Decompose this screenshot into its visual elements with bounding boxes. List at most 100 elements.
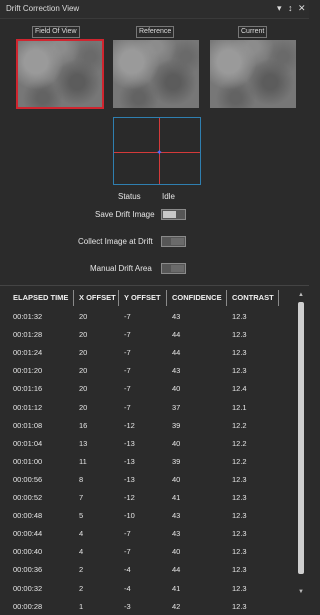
table-cell: -13 (124, 457, 135, 466)
table-row[interactable]: 00:01:32 20 -7 43 12.3 (8, 307, 294, 325)
table-row[interactable]: 00:01:04 13 -13 40 12.2 (8, 434, 294, 452)
table-cell: 13 (79, 439, 88, 448)
table-row[interactable]: 00:01:28 20 -7 44 12.3 (8, 325, 294, 343)
table-cell: 00:01:32 (13, 312, 43, 321)
reference-label: Reference (136, 26, 175, 38)
table-row[interactable]: 00:00:48 5 -10 43 12.3 (8, 506, 294, 524)
scroll-thumb[interactable] (298, 302, 304, 574)
table-cell: 12.3 (232, 602, 247, 611)
current-image[interactable] (210, 40, 296, 108)
table-cell: 43 (172, 366, 181, 375)
table-cell: 40 (172, 439, 181, 448)
table-cell: 00:01:04 (13, 439, 43, 448)
table-row[interactable]: 00:01:08 16 -12 39 12.2 (8, 416, 294, 434)
table-cell: 12.3 (232, 312, 247, 321)
table-cell: 12.3 (232, 493, 247, 502)
column-header-x-offset[interactable]: X OFFSET (74, 290, 119, 306)
save-drift-image-toggle[interactable] (161, 209, 186, 220)
table-cell: 12.3 (232, 475, 247, 484)
table-cell: -7 (124, 312, 131, 321)
table-cell: 12.1 (232, 403, 247, 412)
table-cell: 00:00:40 (13, 547, 43, 556)
table-cell: -12 (124, 493, 135, 502)
toggle-knob (171, 265, 184, 272)
table-cell: 00:01:20 (13, 366, 43, 375)
table-cell: 40 (172, 384, 181, 393)
table-cell: 20 (79, 403, 88, 412)
table-cell: 39 (172, 457, 181, 466)
table-cell: 16 (79, 421, 88, 430)
table-scrollbar[interactable]: ▲ ▼ (297, 291, 305, 596)
table-cell: 44 (172, 565, 181, 574)
table-cell: 20 (79, 366, 88, 375)
table-cell: 00:00:36 (13, 565, 43, 574)
table-cell: -13 (124, 439, 135, 448)
save-drift-image-label: Save Drift Image (95, 210, 155, 219)
table-row[interactable]: 00:00:44 4 -7 43 12.3 (8, 524, 294, 542)
table-cell: -12 (124, 421, 135, 430)
table-cell: 00:01:00 (13, 457, 43, 466)
field-of-view-label: Field Of View (32, 26, 80, 38)
table-cell: 00:01:28 (13, 330, 43, 339)
column-header-confidence[interactable]: CONFIDENCE (167, 290, 227, 306)
window-title: Drift Correction View (6, 4, 80, 13)
table-cell: 12.3 (232, 584, 247, 593)
scroll-down-icon[interactable]: ▼ (297, 588, 305, 596)
table-cell: 43 (172, 312, 181, 321)
table-cell: 12.3 (232, 547, 247, 556)
table-row[interactable]: 00:01:20 20 -7 43 12.3 (8, 361, 294, 379)
table-cell: 00:01:24 (13, 348, 43, 357)
table-cell: 12.3 (232, 565, 247, 574)
table-cell: 20 (79, 348, 88, 357)
table-cell: 20 (79, 330, 88, 339)
close-icon[interactable]: ✕ (298, 3, 306, 13)
collect-image-at-drift-label: Collect Image at Drift (78, 237, 153, 246)
table-row[interactable]: 00:00:56 8 -13 40 12.3 (8, 470, 294, 488)
table-cell: 12.3 (232, 511, 247, 520)
table-cell: 12.3 (232, 348, 247, 357)
table-row[interactable]: 00:01:12 20 -7 37 12.1 (8, 398, 294, 416)
table-cell: -7 (124, 403, 131, 412)
table-row[interactable]: 00:00:36 2 -4 44 12.3 (8, 560, 294, 578)
title-bar: Drift Correction View ▾ ↕ ✕ (0, 0, 309, 19)
table-cell: 8 (79, 475, 84, 484)
manual-drift-area-label: Manual Drift Area (90, 264, 152, 273)
table-cell: -13 (124, 475, 135, 484)
table-cell: 37 (172, 403, 181, 412)
table-row[interactable]: 00:01:16 20 -7 40 12.4 (8, 379, 294, 397)
status-value: Idle (162, 192, 175, 201)
table-cell: -7 (124, 547, 131, 556)
table-row[interactable]: 00:01:00 11 -13 39 12.2 (8, 452, 294, 470)
table-cell: 44 (172, 348, 181, 357)
table-cell: 20 (79, 312, 88, 321)
table-cell: 12.3 (232, 330, 247, 339)
table-row[interactable]: 00:00:52 7 -12 41 12.3 (8, 488, 294, 506)
field-of-view-image[interactable] (16, 39, 104, 109)
column-header-y-offset[interactable]: Y OFFSET (119, 290, 167, 306)
pin-icon[interactable]: ↕ (288, 3, 293, 13)
reference-image[interactable] (113, 40, 199, 108)
table-row[interactable]: 00:00:40 4 -7 40 12.3 (8, 542, 294, 560)
table-cell: 7 (79, 493, 84, 502)
table-cell: -4 (124, 584, 131, 593)
manual-drift-area-toggle[interactable] (161, 263, 186, 274)
collect-image-at-drift-toggle[interactable] (161, 236, 186, 247)
table-cell: 41 (172, 493, 181, 502)
table-row[interactable]: 00:00:28 1 -3 42 12.3 (8, 597, 294, 615)
table-row[interactable]: 00:01:24 20 -7 44 12.3 (8, 343, 294, 361)
current-label: Current (238, 26, 268, 38)
table-cell: -4 (124, 565, 131, 574)
column-header-elapsed-time[interactable]: ELAPSED TIME (8, 290, 74, 306)
table-cell: 11 (79, 457, 87, 466)
drift-marker-icon: ✦ (156, 148, 163, 157)
column-header-contrast[interactable]: CONTRAST (227, 290, 279, 306)
table-cell: 00:00:52 (13, 493, 43, 502)
table-row[interactable]: 00:00:32 2 -4 41 12.3 (8, 579, 294, 597)
table-cell: 44 (172, 330, 181, 339)
dropdown-icon[interactable]: ▾ (277, 3, 282, 13)
scroll-up-icon[interactable]: ▲ (297, 291, 305, 299)
table-cell: -7 (124, 366, 131, 375)
table-cell: 43 (172, 511, 181, 520)
table-cell: -7 (124, 330, 131, 339)
drift-crosshair-view[interactable]: ✦ (113, 117, 201, 185)
